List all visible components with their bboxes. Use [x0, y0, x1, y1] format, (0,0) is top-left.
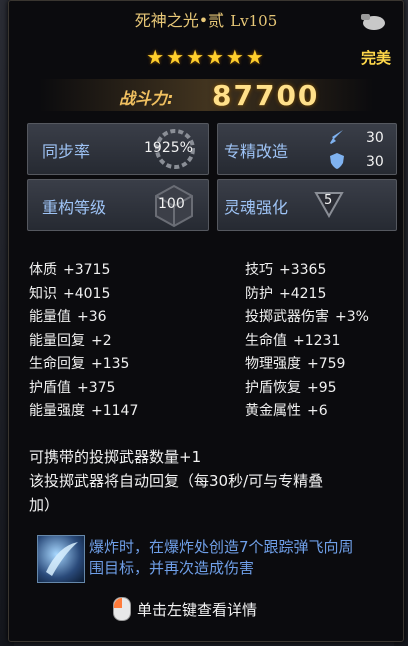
stat-value: +6 — [307, 403, 328, 419]
item-tooltip: 死神之光•贰 Lv105 ★★★★★★ 完美 战斗力: 87700 同步率 192… — [8, 0, 404, 642]
rebuild-value: 100 — [158, 196, 185, 212]
stat-row: 护盾恢复 +95 — [245, 377, 369, 401]
stat-value: +135 — [91, 356, 130, 372]
refine-box: 专精改造 30 30 — [217, 123, 397, 175]
stat-name: 护盾值 — [29, 379, 71, 396]
stat-row: 能量值 +36 — [29, 306, 138, 330]
stat-row: 黄金属性 +6 — [245, 400, 369, 424]
stat-row: 技巧 +3365 — [245, 259, 369, 283]
stat-name: 能量值 — [29, 309, 71, 325]
stat-name: 体质 — [29, 262, 57, 278]
refine-attack-value: 30 — [366, 130, 384, 146]
item-name: 死神之光•贰 — [134, 11, 225, 30]
shield-icon — [330, 153, 344, 169]
skill-description: 爆炸时，在爆炸处创造7个跟踪弹飞向周 围目标，并再次造成伤害 — [89, 537, 399, 579]
stat-row: 护盾值 +375 — [29, 377, 138, 401]
rebuild-box: 重构等级 100 — [27, 179, 209, 231]
stat-value: +4015 — [63, 285, 111, 302]
rebuild-label: 重构等级 — [42, 198, 107, 217]
stat-row: 体质 +3715 — [29, 259, 138, 283]
sync-rate-label: 同步率 — [42, 142, 91, 161]
star-rating: ★★★★★★ — [146, 45, 266, 69]
stat-name: 投掷武器伤害 — [245, 309, 329, 325]
stat-row: 物理强度 +759 — [245, 353, 369, 377]
power-label: 战斗力: — [119, 89, 174, 108]
stat-row: 知识 +4015 — [29, 283, 138, 307]
stat-name: 知识 — [29, 285, 57, 302]
stat-value: +1231 — [293, 332, 341, 349]
grenade-icon — [361, 14, 385, 30]
stat-value: +3715 — [63, 262, 111, 278]
stat-name: 物理强度 — [245, 356, 301, 372]
soul-value: 5 — [324, 193, 333, 208]
skill-line: 围目标，并再次造成伤害 — [89, 559, 255, 577]
stat-name: 护盾恢复 — [245, 379, 301, 396]
stat-value: +1147 — [91, 403, 139, 419]
stat-row: 能量回复 +2 — [29, 330, 138, 354]
stat-value: +2 — [91, 332, 112, 349]
stat-row: 生命值 +1231 — [245, 330, 369, 354]
sword-icon — [330, 130, 343, 144]
stat-name: 能量回复 — [29, 332, 85, 349]
description-line: 加） — [29, 496, 60, 514]
soul-box: 灵魂强化 5 — [217, 179, 397, 231]
power-value: 87700 — [212, 79, 320, 112]
stat-row: 投掷武器伤害 +3% — [245, 306, 369, 330]
power-bar — [39, 79, 373, 111]
sync-rate-value: 1925% — [144, 140, 193, 156]
stat-name: 技巧 — [245, 262, 273, 278]
stat-name: 黄金属性 — [245, 403, 301, 419]
soul-label: 灵魂强化 — [224, 198, 289, 217]
stat-name: 能量强度 — [29, 403, 85, 419]
item-description: 可携带的投掷武器数量+1 该投掷武器将自动回复（每30秒/可与专精叠 加） — [29, 445, 323, 517]
stat-value: +3% — [335, 309, 369, 325]
sync-rate-box: 同步率 1925% — [27, 123, 209, 175]
mouse-icon — [113, 597, 131, 621]
stat-value: +759 — [307, 356, 346, 372]
stat-row: 生命回复 +135 — [29, 353, 138, 377]
item-level: Lv105 — [230, 12, 278, 30]
item-title: 死神之光•贰 Lv105 — [9, 7, 403, 31]
description-line: 该投掷武器将自动回复（每30秒/可与专精叠 — [29, 472, 324, 490]
stat-name: 防护 — [245, 285, 273, 302]
stat-value: +375 — [77, 379, 116, 396]
stat-row: 防护 +4215 — [245, 283, 369, 307]
skill-icon — [37, 535, 85, 583]
quality-badge: 完美 — [360, 49, 391, 67]
stat-value: +95 — [307, 379, 337, 396]
stat-name: 生命值 — [245, 332, 287, 349]
stat-value: +3365 — [279, 262, 327, 278]
refine-defense-value: 30 — [366, 154, 384, 170]
details-hint[interactable]: 单击左键查看详情 — [137, 599, 257, 620]
refine-label: 专精改造 — [224, 142, 289, 161]
skill-line: 爆炸时，在爆炸处创造7个跟踪弹飞向周 — [89, 538, 354, 556]
stats-right: 技巧 +3365 防护 +4215 投掷武器伤害 +3% 生命值 +1231 物理强度 +… — [245, 259, 369, 424]
stats-left: 体质 +3715 知识 +4015 能量值 +36 能量回复 +2 生命回复 +135 护… — [29, 259, 138, 424]
stat-name: 生命回复 — [29, 356, 85, 372]
stat-row: 能量强度 +1147 — [29, 400, 138, 424]
stat-value: +36 — [77, 309, 107, 325]
description-line: 可携带的投掷武器数量+1 — [29, 448, 202, 466]
stat-value: +4215 — [279, 285, 327, 302]
